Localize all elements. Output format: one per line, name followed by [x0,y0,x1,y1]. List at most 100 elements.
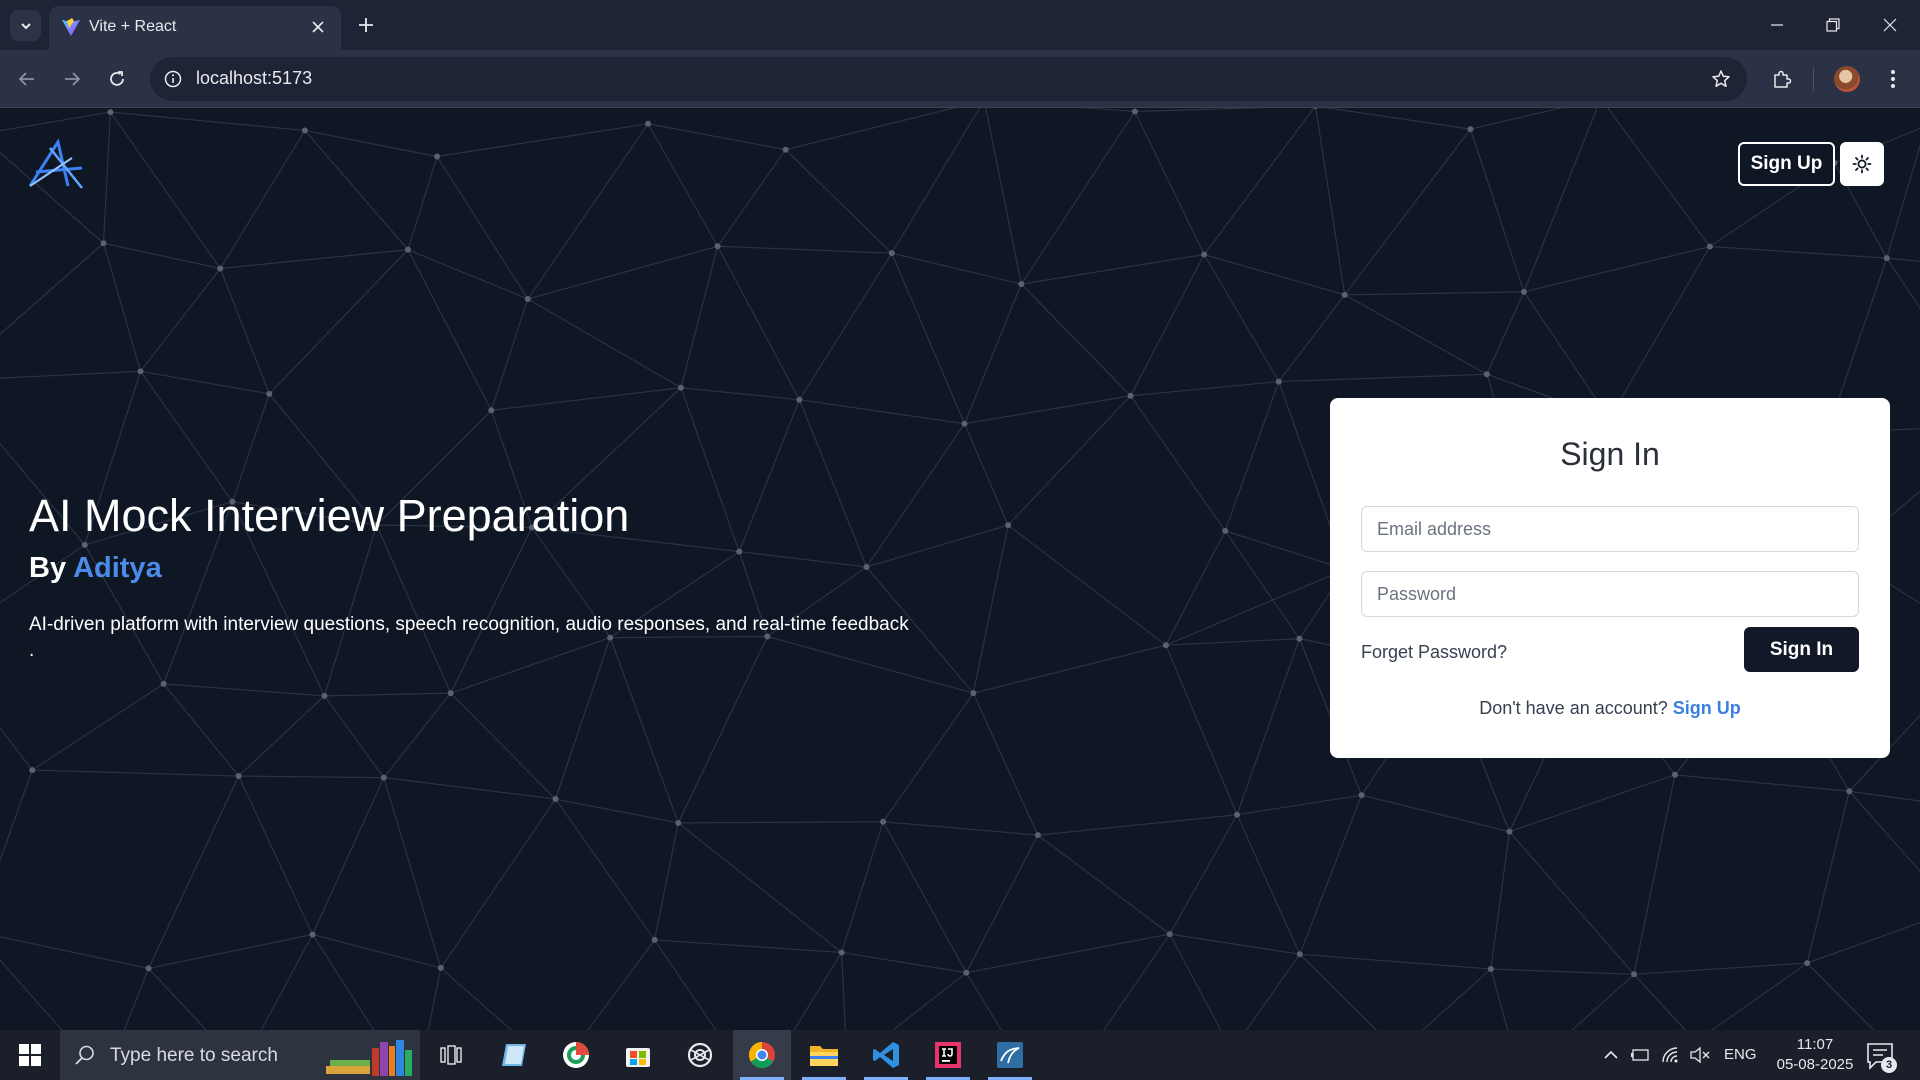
taskbar-search-box[interactable]: Type here to search [60,1030,420,1080]
mesh-line [427,967,442,1030]
reload-button[interactable] [102,64,132,94]
app-logo-icon[interactable] [28,138,86,190]
mesh-line [231,393,270,502]
mesh-node [1275,378,1282,385]
mesh-line [1165,638,1300,646]
mesh-line [238,775,384,779]
hero-byline: By Aditya [29,552,162,585]
mesh-line [1299,794,1363,955]
mesh-node [714,243,721,250]
tab-search-button[interactable] [10,10,41,41]
mesh-line [312,933,441,969]
mesh-line [527,298,682,389]
mesh-line [739,551,867,568]
openai-icon [687,1042,713,1068]
browser-tab[interactable]: Vite + React [49,6,341,50]
password-field[interactable] [1361,571,1859,617]
browser-menu-button[interactable] [1878,64,1908,94]
mesh-line [1103,933,1171,1030]
mesh-line [677,822,842,953]
mesh-node [782,146,789,153]
taskbar-app-vscode[interactable] [857,1030,915,1080]
header-signup-button[interactable]: Sign Up [1738,142,1835,186]
signin-button[interactable]: Sign In [1744,627,1859,672]
mesh-line [102,112,111,244]
mesh-line [311,777,385,935]
address-bar[interactable]: localhost:5173 [150,57,1747,101]
new-tab-button[interactable] [353,12,379,38]
taskbar-app-explorer[interactable] [795,1030,853,1080]
mesh-line [440,967,513,1030]
mesh-line [268,249,409,395]
mesh-node [796,396,803,403]
browser-tab-bar: Vite + React [0,0,1920,50]
web-page: Sign Up AI Mock Interview Preparation By… [0,108,1920,1030]
mesh-line [891,108,981,254]
tab-close-button[interactable] [309,18,327,36]
signup-link[interactable]: Sign Up [1673,698,1741,718]
back-button[interactable] [12,64,42,94]
mesh-line [1245,953,1301,1030]
mesh-line [383,692,452,779]
clock-time[interactable]: 11:07 [1783,1036,1847,1053]
forgot-password-link[interactable]: Forget Password? [1361,642,1507,663]
windows-taskbar: Type here to search ENG 11:07 05-08-2025… [0,1030,1920,1080]
mesh-line [841,821,884,953]
mesh-line [1523,245,1711,293]
email-field[interactable] [1361,506,1859,552]
taskbar-app-chatgpt[interactable] [671,1030,729,1080]
restore-button[interactable] [1815,10,1851,40]
bookmark-button[interactable] [1709,67,1733,91]
taskbar-app-chrome[interactable] [733,1030,791,1080]
minimize-button[interactable] [1759,10,1795,40]
mesh-node [100,240,107,247]
mesh-line [1634,962,1808,975]
close-window-button[interactable] [1872,10,1908,40]
theme-toggle-button[interactable] [1840,142,1884,186]
profile-avatar[interactable] [1834,66,1860,92]
extensions-button[interactable] [1767,64,1797,94]
minimize-icon [1771,24,1783,26]
mesh-node [309,931,316,938]
arrow-left-icon [18,72,34,86]
mesh-line [260,934,314,1030]
taskbar-app-notes[interactable] [485,1030,543,1080]
info-icon [164,70,182,88]
mesh-node [1631,971,1638,978]
mesh-node [1804,960,1811,967]
taskbar-app-intellij[interactable] [919,1030,977,1080]
mesh-node [266,390,273,397]
start-button[interactable] [0,1030,60,1080]
mesh-line [1571,973,1635,1030]
mesh-line [963,283,1022,424]
taskbar-app-mysql[interactable] [981,1030,1039,1080]
site-info-button[interactable] [162,68,184,90]
mesh-node [1296,951,1303,958]
mesh-line [140,370,233,503]
mesh-line [1344,291,1524,296]
mesh-node [1166,931,1173,938]
volume-control[interactable] [1690,1045,1710,1065]
network-status[interactable] [1661,1045,1681,1065]
mesh-line [1886,257,1920,309]
mesh-line [407,249,529,300]
mesh-line [678,821,884,824]
mesh-line [140,268,221,372]
forward-button[interactable] [57,64,87,94]
toolbar-separator [1813,67,1814,91]
show-hidden-icons-button[interactable] [1601,1045,1621,1065]
task-view-button[interactable] [422,1030,480,1080]
mesh-line [1315,108,1346,295]
mesh-node [404,246,411,253]
wifi-icon [1662,1047,1678,1063]
mesh-line [0,726,33,771]
clock-date[interactable]: 05-08-2025 [1770,1056,1860,1073]
mesh-line [555,798,679,824]
taskbar-app-store[interactable] [609,1030,667,1080]
battery-status[interactable] [1630,1045,1650,1065]
mesh-line [738,399,801,552]
mesh-line [1486,291,1525,375]
taskbar-app-edge[interactable] [547,1030,605,1080]
language-indicator[interactable]: ENG [1724,1046,1757,1063]
mesh-node [1034,832,1041,839]
